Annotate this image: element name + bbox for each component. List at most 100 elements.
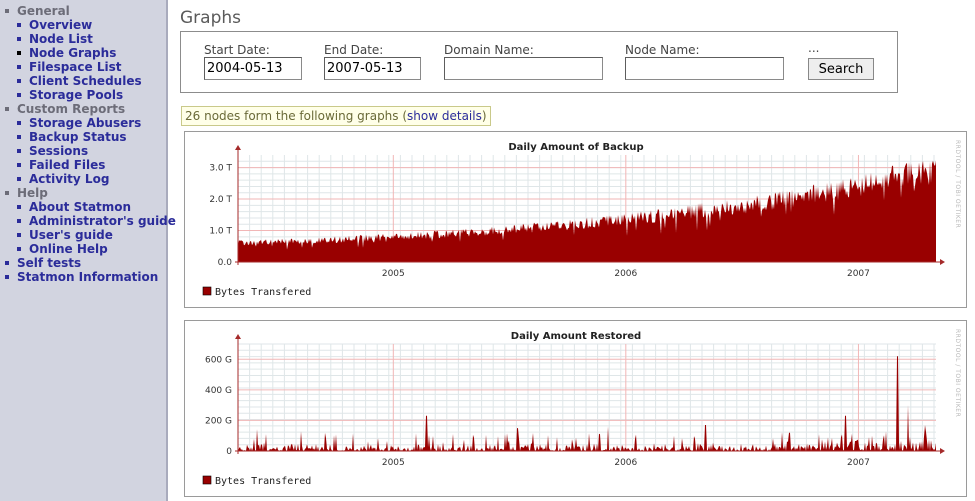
x-tick-label: 2007 xyxy=(847,458,870,468)
sidebar-item-0-4[interactable]: Client Schedules xyxy=(5,74,176,88)
bullet-icon xyxy=(17,120,21,125)
x-tick-label: 2007 xyxy=(847,269,870,279)
legend-swatch xyxy=(202,475,212,485)
sidebar-nav: General Overview Node List Node Graphs Files… xyxy=(5,4,176,284)
chart-title: Daily Amount of Backup xyxy=(508,142,643,153)
y-tick-label: 600 G xyxy=(205,355,232,365)
sidebar-item-2-3[interactable]: Online Help xyxy=(5,242,176,256)
graph-notice: 26 nodes form the following graphs (show… xyxy=(181,106,491,126)
bullet-icon xyxy=(17,148,21,153)
legend-swatch xyxy=(202,286,212,296)
sidebar-item-1-3[interactable]: Failed Files xyxy=(5,158,176,172)
bullet-icon xyxy=(17,78,21,83)
x-axis-arrow-icon xyxy=(940,259,945,265)
sidebar-section-2: Help xyxy=(5,186,176,200)
bullet-icon xyxy=(17,176,21,181)
legend-label: Bytes Transfered xyxy=(215,287,311,298)
sidebar-item-0-5[interactable]: Storage Pools xyxy=(5,88,176,102)
sidebar-item-1-1[interactable]: Backup Status xyxy=(5,130,176,144)
y-tick-label: 0 xyxy=(226,447,232,457)
x-tick-label: 2006 xyxy=(614,458,637,468)
sidebar-item-label: Administrator's guide xyxy=(29,214,176,228)
sidebar-item-2-0[interactable]: About Statmon xyxy=(5,200,176,214)
bullet-icon xyxy=(17,246,21,251)
sidebar-item-2-1[interactable]: Administrator's guide xyxy=(5,214,176,228)
backup-graph: 2005 2006 2007 0.0 1.0 T 2.0 T 3.0 T Daily Amou… xyxy=(184,131,967,308)
sidebar-item-1-4[interactable]: Activity Log xyxy=(5,172,176,186)
sidebar-item-1-2[interactable]: Sessions xyxy=(5,144,176,158)
bullet-icon xyxy=(5,260,9,265)
extra-label: ... xyxy=(808,41,820,55)
sidebar-item-label: Online Help xyxy=(29,242,108,256)
search-form: Start Date: End Date: Domain Name: Node … xyxy=(180,31,898,93)
restore-graph-svg: 2005 2006 2007 0 200 G 400 G 600 G Daily Amount… xyxy=(202,329,961,487)
sidebar-item-label: About Statmon xyxy=(29,200,132,214)
y-tick-label: 2.0 T xyxy=(209,195,232,205)
sidebar-item-0-0[interactable]: Overview xyxy=(5,18,176,32)
x-tick-label: 2005 xyxy=(382,269,405,279)
sidebar-section-1: Custom Reports xyxy=(5,102,176,116)
sidebar-section-label: Self tests xyxy=(17,256,82,270)
x-tick-label: 2005 xyxy=(382,458,405,468)
sidebar-item-0-3[interactable]: Filespace List xyxy=(5,60,176,74)
sidebar-item-2-2[interactable]: User's guide xyxy=(5,228,176,242)
sidebar-item-0-1[interactable]: Node List xyxy=(5,32,176,46)
bullet-icon xyxy=(5,8,9,13)
bullet-icon xyxy=(17,162,21,167)
bullet-icon xyxy=(17,50,21,55)
show-details-link[interactable]: show details xyxy=(407,109,482,123)
sidebar-section-label: General xyxy=(17,4,70,18)
sidebar-item-label: Storage Pools xyxy=(29,88,124,102)
sidebar-item-label: Storage Abusers xyxy=(29,116,142,130)
bullet-icon xyxy=(17,36,21,41)
backup-graph-svg: 2005 2006 2007 0.0 1.0 T 2.0 T 3.0 T Daily Amou… xyxy=(202,140,961,298)
bullet-icon xyxy=(17,134,21,139)
rrdtool-watermark: RRDTOOL / TOBI OETIKER xyxy=(954,140,961,228)
x-axis-arrow-icon xyxy=(940,448,945,454)
sidebar-section-label: Help xyxy=(17,186,48,200)
node-name-input[interactable] xyxy=(625,57,784,80)
start-date-input[interactable] xyxy=(204,57,302,80)
restore-graph: 2005 2006 2007 0 200 G 400 G 600 G Daily Amount… xyxy=(184,320,967,497)
y-tick-label: 1.0 T xyxy=(209,227,232,237)
sidebar-item-1-0[interactable]: Storage Abusers xyxy=(5,116,176,130)
bullet-icon xyxy=(5,190,9,195)
chart-title: Daily Amount Restored xyxy=(511,331,641,342)
bullet-icon xyxy=(5,274,9,279)
rrdtool-watermark: RRDTOOL / TOBI OETIKER xyxy=(954,329,961,417)
sidebar-item-label: Backup Status xyxy=(29,130,127,144)
y-axis-arrow-icon xyxy=(235,334,241,339)
y-tick-label: 3.0 T xyxy=(209,164,232,174)
bullet-icon xyxy=(5,106,9,111)
bullet-icon xyxy=(17,204,21,209)
page-title: Graphs xyxy=(180,8,242,28)
notice-text: 26 nodes form the following graphs ( xyxy=(185,109,408,123)
sidebar-section-4[interactable]: Statmon Information xyxy=(5,270,176,284)
x-tick-label: 2006 xyxy=(614,269,637,279)
node-name-label: Node Name: xyxy=(625,43,700,57)
sidebar-item-label: User's guide xyxy=(29,228,113,242)
sidebar-section-3[interactable]: Self tests xyxy=(5,256,176,270)
sidebar: General Overview Node List Node Graphs Files… xyxy=(0,0,176,501)
bullet-icon xyxy=(17,232,21,237)
sidebar-item-label: Sessions xyxy=(29,144,89,158)
sidebar-item-label: Activity Log xyxy=(29,172,110,186)
bullet-icon xyxy=(17,64,21,69)
sidebar-section-label: Custom Reports xyxy=(17,102,126,116)
bullet-icon xyxy=(17,92,21,97)
y-tick-label: 0.0 xyxy=(218,258,233,268)
sidebar-item-0-2[interactable]: Node Graphs xyxy=(5,46,176,60)
search-button[interactable]: Search xyxy=(808,58,874,80)
y-tick-label: 200 G xyxy=(205,416,232,426)
sidebar-item-label: Node List xyxy=(29,32,93,46)
sidebar-item-label: Client Schedules xyxy=(29,74,142,88)
start-date-label: Start Date: xyxy=(204,43,270,57)
domain-name-input[interactable] xyxy=(444,57,603,80)
notice-close: ) xyxy=(481,109,487,123)
end-date-input[interactable] xyxy=(324,57,421,80)
sidebar-section-0: General xyxy=(5,4,176,18)
y-axis-arrow-icon xyxy=(235,145,241,150)
sidebar-item-label: Filespace List xyxy=(29,60,122,74)
sidebar-item-label: Overview xyxy=(29,18,93,32)
sidebar-item-label: Node Graphs xyxy=(29,46,117,60)
